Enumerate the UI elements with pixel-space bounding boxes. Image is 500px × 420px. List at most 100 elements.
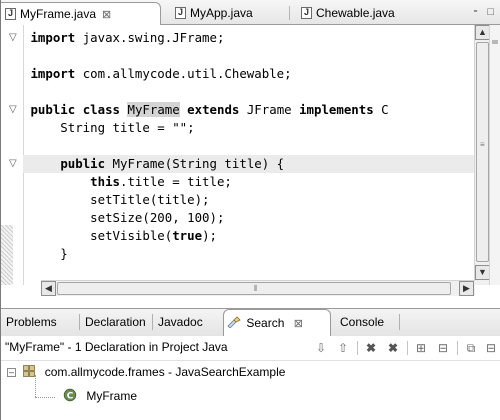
toolbar-separator: [357, 341, 358, 355]
code-token: javax.swing.JFrame;: [75, 30, 225, 45]
ruler-hatch: [1, 225, 13, 285]
code-line[interactable]: [23, 47, 475, 65]
tab-myapp[interactable]: MyApp.java: [171, 2, 253, 24]
code-token: setSize(200, 100);: [30, 210, 225, 225]
code-line[interactable]: setSize(200, 100);: [23, 209, 475, 227]
code-editor[interactable]: import javax.swing.JFrame; import com.al…: [1, 25, 500, 285]
java-file-icon: [175, 7, 186, 19]
keyword-token: import: [30, 66, 76, 81]
remove-all-icon[interactable]: ✖: [385, 340, 401, 356]
tab-close-icon[interactable]: ⊠: [102, 8, 111, 21]
history-icon[interactable]: ⧉: [463, 340, 479, 356]
minimize-maximize-buttons[interactable]: ⁃ □: [473, 5, 497, 18]
code-line[interactable]: [23, 137, 475, 155]
class-icon: C: [63, 388, 77, 402]
tab-myframe[interactable]: MyFrame.java ⊠: [1, 2, 161, 25]
code-line[interactable]: }: [23, 245, 475, 263]
tree-row-class[interactable]: C MyFrame: [63, 387, 137, 405]
toolbar-separator: [457, 341, 458, 355]
code-token: MyFrame(String title) {: [105, 156, 285, 171]
overview-ruler[interactable]: [489, 25, 500, 285]
tab-search-label: Search: [246, 316, 285, 330]
code-area[interactable]: import javax.swing.JFrame; import com.al…: [23, 25, 475, 285]
grip-icon: ⦀: [254, 284, 258, 293]
code-token: }: [30, 246, 68, 261]
fold-toggle-icon[interactable]: ▽: [9, 29, 17, 47]
remove-icon[interactable]: ✖: [363, 340, 379, 356]
code-token: String title = "";: [30, 120, 195, 135]
scroll-up-arrow-icon[interactable]: ▲: [475, 25, 490, 40]
code-line[interactable]: import javax.swing.JFrame;: [23, 29, 475, 47]
code-line[interactable]: String title = "";: [23, 119, 475, 137]
scroll-left-arrow-icon[interactable]: ◀: [41, 281, 56, 296]
package-icon: [23, 365, 36, 377]
editor-horizontal-scrollbar[interactable]: ◀ ⦀ ▶: [41, 280, 475, 296]
search-summary: "MyFrame" - 1 Declaration in Project Jav…: [5, 340, 228, 354]
tab-javadoc[interactable]: Javadoc: [155, 309, 206, 335]
pin-icon[interactable]: ⊟: [483, 340, 499, 356]
keyword-token: extends: [187, 102, 240, 117]
arrow-up-icon[interactable]: ⇧: [335, 340, 351, 356]
keyword-token: import: [30, 30, 76, 45]
code-token: com.allmycode.util.Chewable;: [75, 66, 292, 81]
code-token: setTitle(title);: [30, 192, 210, 207]
code-line[interactable]: public MyFrame(String title) {: [23, 155, 475, 173]
scroll-down-arrow-icon[interactable]: ▼: [475, 265, 490, 280]
collapse-node-icon[interactable]: –: [7, 368, 16, 377]
tab-chewable[interactable]: Chewable.java: [297, 2, 395, 24]
keyword-token: this: [90, 174, 120, 189]
code-token: setVisible(: [30, 228, 173, 243]
tab-separator: [289, 6, 290, 20]
code-line[interactable]: setVisible(true);: [23, 227, 475, 245]
eclipse-window: MyFrame.java ⊠ MyApp.java Chewable.java …: [0, 0, 500, 420]
vertical-scroll-thumb[interactable]: ≡: [476, 42, 489, 262]
editor-tab-bar: MyFrame.java ⊠ MyApp.java Chewable.java …: [1, 0, 500, 25]
tab-label: MyFrame.java: [20, 7, 97, 21]
tab-label: MyApp.java: [190, 6, 253, 20]
tab-separator: [79, 314, 80, 330]
tree-row-package[interactable]: – com.allmycode.frames - JavaSearchExamp…: [7, 363, 285, 381]
svg-text:C: C: [67, 392, 74, 402]
overview-mark[interactable]: [492, 40, 498, 44]
tab-separator: [399, 314, 400, 330]
class-label: MyFrame: [86, 389, 138, 403]
tab-problems[interactable]: Problems: [3, 309, 60, 335]
horizontal-scroll-thumb[interactable]: ⦀: [57, 282, 451, 295]
keyword-token: implements: [299, 102, 374, 117]
code-line[interactable]: this.title = title;: [23, 173, 475, 191]
grip-icon: ≡: [480, 140, 485, 149]
scroll-right-arrow-icon[interactable]: ▶: [459, 281, 474, 296]
tab-close-icon[interactable]: ⊠: [294, 318, 303, 330]
code-line[interactable]: setTitle(title);: [23, 191, 475, 209]
editor-vertical-scrollbar[interactable]: ▲ ≡ ▼: [474, 25, 490, 285]
fold-toggle-icon[interactable]: ▽: [9, 155, 17, 173]
code-token: C: [373, 102, 389, 117]
tab-declaration[interactable]: Declaration: [82, 309, 149, 335]
fold-toggle-icon[interactable]: ▽: [9, 101, 17, 119]
search-result-toolbar: "MyFrame" - 1 Declaration in Project Jav…: [1, 336, 500, 361]
java-file-icon: [5, 8, 16, 20]
package-label: com.allmycode.frames - JavaSearchExample: [44, 365, 286, 379]
tab-console[interactable]: Console: [337, 309, 387, 335]
expand-all-icon[interactable]: ⊞: [413, 340, 429, 356]
code-line[interactable]: [23, 83, 475, 101]
tree-connector: [35, 397, 55, 398]
collapse-all-icon[interactable]: ⊟: [435, 340, 451, 356]
arrow-down-icon[interactable]: ⇩: [313, 340, 329, 356]
code-token: JFrame: [239, 102, 300, 117]
keyword-token: public: [60, 156, 106, 171]
tab-search[interactable]: Search ⊠: [223, 309, 331, 336]
code-line[interactable]: import com.allmycode.util.Chewable;: [23, 65, 475, 83]
view-tab-bar: Problems Declaration Javadoc Search ⊠ Co…: [1, 308, 500, 337]
keyword-token: class: [82, 102, 121, 117]
code-token: MyFrame: [127, 102, 180, 117]
code-token: );: [202, 228, 217, 243]
flashlight-icon: [227, 316, 241, 328]
keyword-token: public: [30, 102, 76, 117]
search-results-tree[interactable]: – com.allmycode.frames - JavaSearchExamp…: [1, 361, 500, 420]
keyword-token: true: [172, 228, 203, 243]
code-line[interactable]: public class MyFrame extends JFrame impl…: [23, 101, 475, 119]
